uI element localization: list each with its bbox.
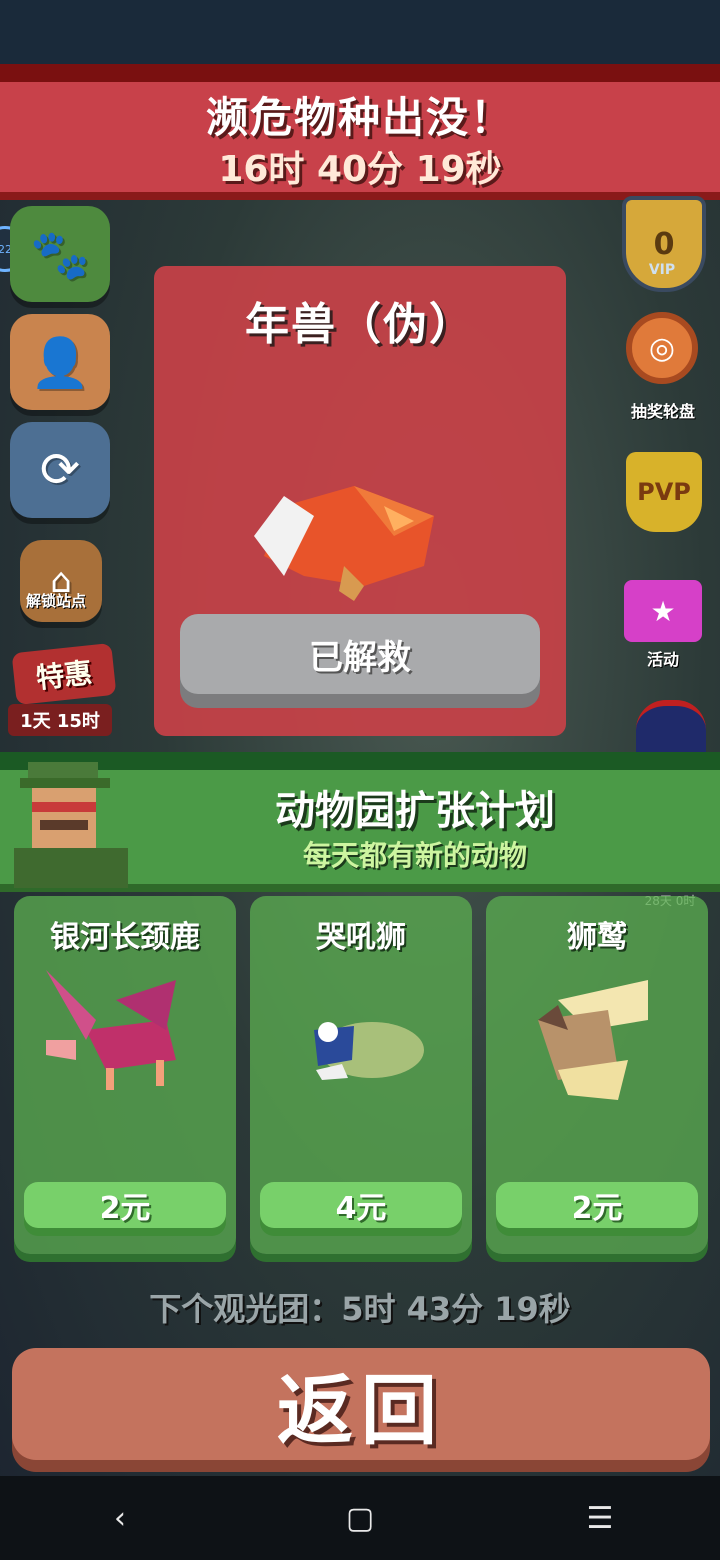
- keeper-icon: 👤: [30, 334, 90, 391]
- price-button[interactable]: 2元: [496, 1182, 698, 1228]
- featured-animal-name: 年兽（伪）: [245, 299, 475, 350]
- paw-icon: 🐾: [30, 226, 90, 283]
- event-button[interactable]: ★: [624, 580, 702, 642]
- price-button[interactable]: 4元: [260, 1182, 462, 1228]
- expansion-subtitle: 每天都有新的动物: [302, 839, 527, 872]
- price-button[interactable]: 2元: [24, 1182, 226, 1228]
- vip-label: VIP: [648, 262, 676, 278]
- nian-beast-image: [254, 486, 434, 601]
- pvp-label: PVP: [637, 478, 691, 506]
- promo-time: 1天 15时: [8, 704, 112, 736]
- pvp-button[interactable]: PVP: [626, 452, 702, 532]
- event-label: 活动: [646, 650, 679, 669]
- ranger-avatar: [14, 762, 128, 888]
- unlock-station-label: 解锁站点: [26, 592, 87, 610]
- vip-count: 0: [653, 226, 675, 262]
- offer-name: 哭吼狮: [316, 920, 406, 955]
- endangered-timer: 16时 40分 19秒: [218, 149, 502, 190]
- lottery-wheel-label: 抽奖轮盘: [630, 402, 695, 421]
- wheel-icon: ◎: [648, 330, 676, 366]
- nav-back-icon[interactable]: ‹: [90, 1501, 150, 1536]
- galaxy-giraffe-image: [46, 970, 176, 1090]
- nav-menu-icon[interactable]: ☰: [570, 1501, 630, 1536]
- system-nav-bar: ‹ ▢ ☰: [0, 1476, 720, 1560]
- blimp-button[interactable]: ⟳: [10, 422, 110, 518]
- nav-home-icon[interactable]: ▢: [330, 1501, 390, 1536]
- expansion-title: 动物园扩张计划: [275, 788, 555, 834]
- uncle-sam-hat-icon[interactable]: [636, 700, 706, 760]
- gift-icon: ★: [650, 594, 676, 628]
- crying-lion-image: [314, 1022, 424, 1080]
- paw-button[interactable]: 🐾: [10, 206, 110, 302]
- status-bar-area: [0, 0, 720, 64]
- back-button[interactable]: 返回: [12, 1348, 710, 1460]
- keeper-button[interactable]: 👤: [10, 314, 110, 410]
- endangered-title: 濒危物种出没！: [205, 93, 514, 142]
- lottery-wheel-button[interactable]: ◎: [626, 312, 698, 384]
- griffin-image: [538, 980, 648, 1100]
- rescued-button[interactable]: 已解救: [180, 614, 540, 694]
- offer-name: 银河长颈鹿: [50, 920, 200, 955]
- blimp-icon: ⟳: [39, 442, 81, 498]
- promo-tag[interactable]: 特惠: [11, 642, 117, 706]
- offer-name: 狮鹫: [567, 920, 627, 955]
- next-tour-timer: 下个观光团：5时 43分 19秒: [149, 1290, 571, 1328]
